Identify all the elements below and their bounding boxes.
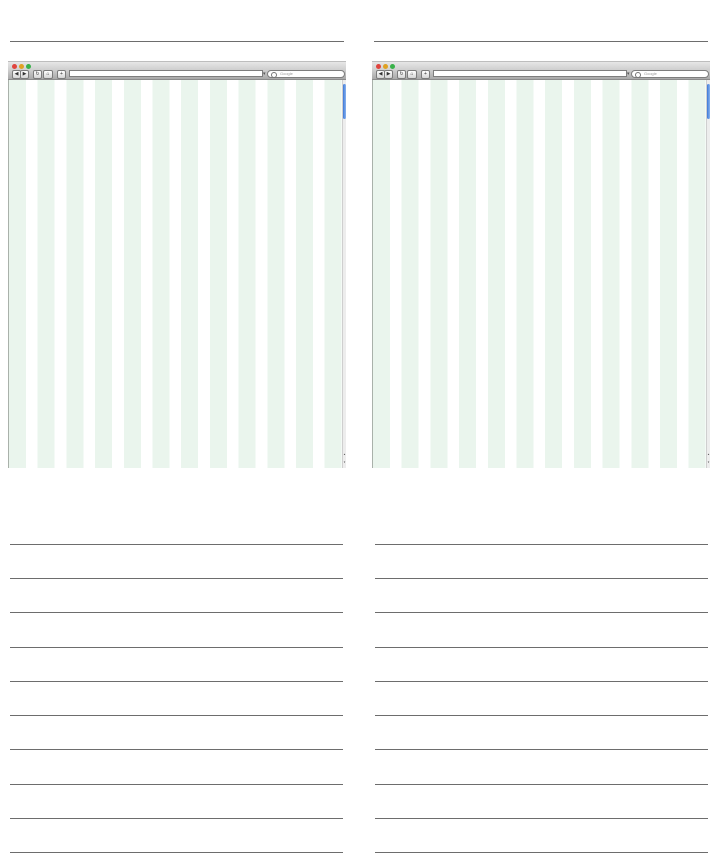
home-icon: ⌂ bbox=[46, 71, 50, 77]
scroll-up-icon[interactable]: ▴ bbox=[707, 452, 710, 456]
note-line bbox=[10, 818, 343, 819]
scroll-up-icon[interactable]: ▴ bbox=[343, 452, 346, 456]
note-line bbox=[375, 544, 708, 545]
home-button[interactable]: ⌂ bbox=[407, 70, 417, 79]
browser-toolbar: ◀ ▶ ↻ ⌂ + ▾ Google bbox=[8, 61, 346, 80]
note-line bbox=[375, 578, 708, 579]
browser-window-right: ◀ ▶ ↻ ⌂ + ▾ Google ▴ ▾ bbox=[372, 61, 710, 468]
home-button[interactable]: ⌂ bbox=[43, 70, 53, 79]
note-line bbox=[10, 715, 343, 716]
reload-button[interactable]: ↻ bbox=[397, 70, 406, 79]
top-rule-right bbox=[374, 41, 708, 42]
minimize-light-icon[interactable] bbox=[19, 64, 24, 69]
search-icon bbox=[635, 72, 641, 78]
home-icon: ⌂ bbox=[410, 71, 414, 77]
forward-icon: ▶ bbox=[22, 71, 27, 77]
forward-icon: ▶ bbox=[386, 71, 391, 77]
search-input[interactable]: Google bbox=[631, 70, 709, 78]
note-line bbox=[10, 681, 343, 682]
note-line bbox=[375, 818, 708, 819]
back-icon: ◀ bbox=[378, 71, 383, 77]
note-line bbox=[375, 715, 708, 716]
add-bookmark-button[interactable]: + bbox=[57, 70, 66, 79]
reload-button[interactable]: ↻ bbox=[33, 70, 42, 79]
scroll-thumb[interactable] bbox=[707, 84, 710, 119]
scroll-down-icon[interactable]: ▾ bbox=[343, 460, 346, 464]
add-icon: + bbox=[60, 71, 63, 77]
scroll-thumb[interactable] bbox=[343, 84, 346, 119]
note-line bbox=[375, 681, 708, 682]
reload-icon: ↻ bbox=[35, 71, 40, 77]
maximize-light-icon[interactable] bbox=[390, 64, 395, 69]
minimize-light-icon[interactable] bbox=[383, 64, 388, 69]
address-bar[interactable] bbox=[69, 70, 263, 77]
page-viewport-grid bbox=[8, 80, 342, 468]
search-icon bbox=[271, 72, 277, 78]
note-line bbox=[375, 647, 708, 648]
forward-button[interactable]: ▶ bbox=[20, 70, 29, 79]
vertical-scrollbar[interactable]: ▴ ▾ bbox=[706, 80, 710, 468]
browser-window-left: ◀ ▶ ↻ ⌂ + ▾ Google ▴ ▾ bbox=[8, 61, 346, 468]
back-icon: ◀ bbox=[14, 71, 19, 77]
vertical-scrollbar[interactable]: ▴ ▾ bbox=[342, 80, 346, 468]
top-rule-left bbox=[10, 41, 344, 42]
note-line bbox=[375, 852, 708, 853]
note-line bbox=[10, 647, 343, 648]
maximize-light-icon[interactable] bbox=[26, 64, 31, 69]
note-line bbox=[10, 852, 343, 853]
note-line bbox=[10, 612, 343, 613]
search-placeholder: Google bbox=[644, 71, 657, 76]
add-icon: + bbox=[424, 71, 427, 77]
forward-button[interactable]: ▶ bbox=[384, 70, 393, 79]
note-line bbox=[10, 578, 343, 579]
reload-icon: ↻ bbox=[399, 71, 404, 77]
note-line bbox=[375, 749, 708, 750]
search-input[interactable]: Google bbox=[267, 70, 345, 78]
address-bar[interactable] bbox=[433, 70, 627, 77]
add-bookmark-button[interactable]: + bbox=[421, 70, 430, 79]
note-line bbox=[10, 544, 343, 545]
search-placeholder: Google bbox=[280, 71, 293, 76]
browser-toolbar: ◀ ▶ ↻ ⌂ + ▾ Google bbox=[372, 61, 710, 80]
note-line bbox=[10, 784, 343, 785]
note-line bbox=[10, 749, 343, 750]
note-line bbox=[375, 784, 708, 785]
scroll-down-icon[interactable]: ▾ bbox=[707, 460, 710, 464]
note-line bbox=[375, 612, 708, 613]
page-viewport-grid bbox=[372, 80, 706, 468]
close-light-icon[interactable] bbox=[376, 64, 381, 69]
close-light-icon[interactable] bbox=[12, 64, 17, 69]
